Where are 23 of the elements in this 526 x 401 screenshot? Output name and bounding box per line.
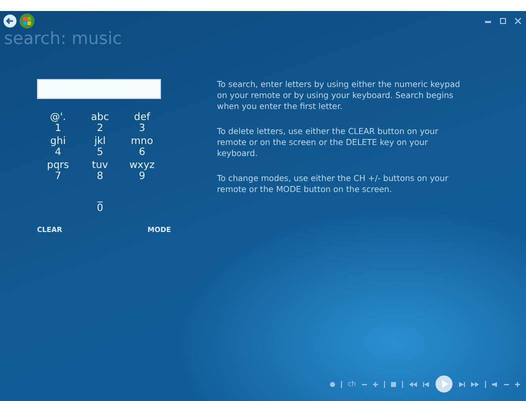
keypad-key[interactable]: tuv 8	[79, 160, 121, 182]
keypad-key[interactable]: pqrs 7	[37, 160, 79, 182]
minimize-icon[interactable]	[485, 18, 491, 24]
instruction-text: To delete letters, use either the CLEAR button on your remote or on the screen or the DELETE key on your keyboard.	[217, 126, 440, 159]
rewind-icon[interactable]	[409, 382, 417, 386]
start-orb-icon[interactable]	[19, 13, 35, 29]
record-icon[interactable]	[330, 382, 335, 386]
keypad-key[interactable]: _ 0	[79, 192, 121, 214]
page-title: search: music	[3, 29, 123, 49]
stop-icon[interactable]	[391, 382, 396, 386]
speaker-icon[interactable]	[492, 382, 498, 386]
search-field[interactable]	[37, 79, 161, 99]
instruction-text: To change modes, use either the CH +/- buttons on your remote or the MODE button on the screen.	[217, 173, 450, 195]
keypad-key[interactable]: wxyz 9	[121, 160, 163, 182]
maximize-icon[interactable]	[500, 18, 506, 24]
instruction-text: To search, enter letters by using either the numeric keypad on your remote or by using your keyboard. Search begins when you enter the first letter.	[217, 79, 462, 112]
plus-icon[interactable]	[373, 382, 378, 386]
fast-forward-icon[interactable]	[471, 382, 479, 386]
skip-back-icon[interactable]	[423, 382, 429, 386]
plus-icon[interactable]	[515, 382, 520, 386]
skip-forward-icon[interactable]	[459, 382, 465, 386]
close-icon[interactable]	[515, 18, 521, 24]
play-icon[interactable]	[435, 375, 453, 393]
